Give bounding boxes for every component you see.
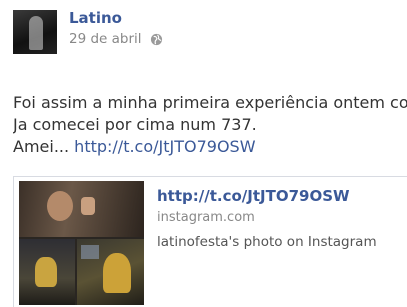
author-name-link[interactable]: Latino — [69, 9, 122, 27]
card-domain: instagram.com — [157, 210, 255, 225]
photo-hand — [81, 197, 95, 215]
photo-window — [81, 245, 99, 259]
photo-bottom-right — [77, 239, 144, 305]
post-body: Foi assim a minha primeira experiência o… — [13, 92, 407, 158]
avatar-figure — [29, 16, 43, 50]
link-preview-card[interactable]: http://t.co/JtJTO79OSW instagram.com lat… — [13, 176, 407, 307]
post-inline-link[interactable]: http://t.co/JtJTO79OSW — [74, 137, 255, 156]
photo-person — [35, 257, 57, 287]
post-text-line-2: Ja comecei por cima num 737. — [13, 115, 257, 134]
card-description: latinofesta's photo on Instagram — [157, 234, 377, 250]
post-meta: 29 de abril — [69, 31, 163, 47]
post-text-line-3: Amei... http://t.co/JtJTO79OSW — [13, 136, 407, 158]
photo-person — [47, 191, 73, 221]
globe-icon[interactable] — [150, 33, 163, 46]
post-date[interactable]: 29 de abril — [69, 31, 142, 47]
photo-top — [19, 181, 144, 237]
author-avatar[interactable] — [13, 10, 57, 54]
instagram-photo-thumbnail[interactable] — [19, 181, 144, 305]
card-title-link[interactable]: http://t.co/JtJTO79OSW — [157, 187, 350, 205]
photo-person — [103, 253, 131, 293]
photo-bottom-left — [19, 239, 75, 305]
post-text-line-1: Foi assim a minha primeira experiência o… — [13, 93, 407, 112]
post-text-prefix: Amei... — [13, 137, 75, 156]
